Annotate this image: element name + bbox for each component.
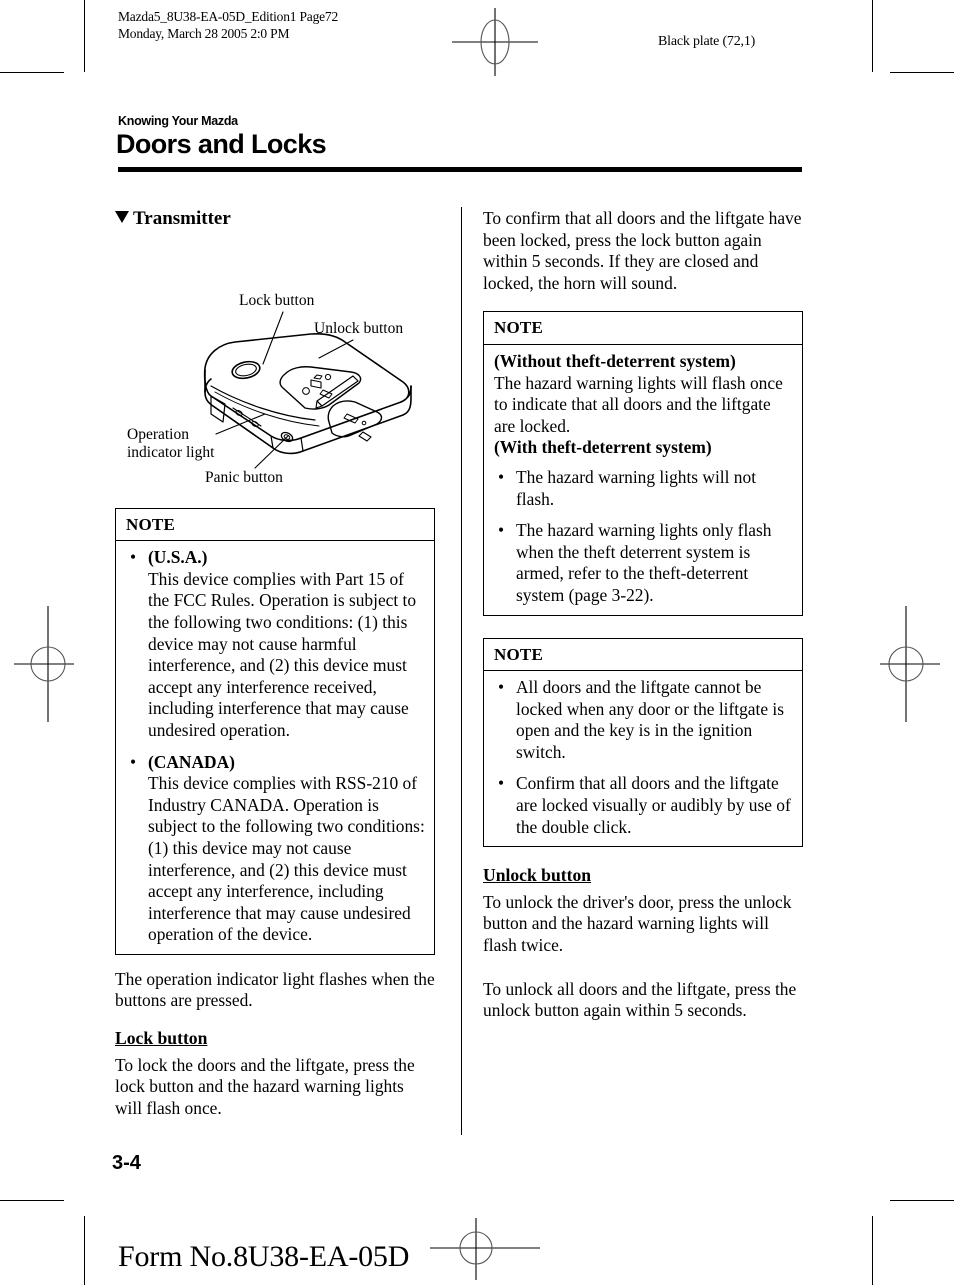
figure-label-panic-button: Panic button	[205, 468, 283, 486]
list-item: The hazard warning lights will not flash…	[494, 467, 793, 510]
note-item-lead: (U.S.A.)	[148, 547, 208, 568]
registration-mark-top	[440, 8, 550, 76]
right-column: To confirm that all doors and the liftga…	[483, 208, 803, 1022]
crop-mark-bottom-left-horizontal	[0, 1200, 64, 1201]
crop-mark-top-right-vertical	[872, 0, 873, 72]
crop-mark-top-left-horizontal	[0, 72, 64, 73]
crop-mark-bottom-right-horizontal	[890, 1200, 954, 1201]
note-bullet-list: All doors and the liftgate cannot be loc…	[494, 677, 793, 838]
note-bullet-list: The hazard warning lights will not flash…	[494, 467, 793, 607]
prepress-plate-info: Black plate (72,1)	[658, 34, 756, 49]
transmitter-figure: Lock button Unlock button Operation indi…	[115, 236, 435, 496]
form-number: Form No.8U38-EA-05D	[118, 1240, 410, 1273]
list-item: Confirm that all doors and the liftgate …	[494, 773, 793, 838]
column-divider	[461, 207, 462, 1135]
triangle-down-icon	[115, 211, 129, 223]
note-title: NOTE	[116, 509, 434, 542]
list-item: All doors and the liftgate cannot be loc…	[494, 677, 793, 763]
paragraph-unlock-all-doors: To unlock all doors and the liftgate, pr…	[483, 978, 797, 1021]
list-item: (CANADA) This device complies with RSS-2…	[126, 752, 425, 946]
note-bullet-list: (U.S.A.) This device complies with Part …	[126, 547, 425, 946]
paragraph-unlock-driver-door: To unlock the driver's door, press the u…	[483, 891, 792, 956]
note-body: (Without theft-deterrent system) The haz…	[484, 345, 802, 615]
note-title: NOTE	[484, 639, 802, 672]
note-body: All doors and the liftgate cannot be loc…	[484, 671, 802, 846]
note-item-text: This device complies with Part 15 of the…	[148, 568, 417, 740]
paragraph-operation-indicator: The operation indicator light flashes wh…	[115, 968, 435, 1011]
section-heading-transmitter: Transmitter	[115, 208, 435, 230]
paragraph-confirm-locked: To confirm that all doors and the liftga…	[483, 208, 802, 293]
note-box-theft-deterrent: NOTE (Without theft-deterrent system) Th…	[483, 311, 803, 616]
header-rule	[118, 167, 802, 172]
figure-label-lock-button: Lock button	[239, 291, 315, 309]
chapter-kicker: Knowing Your Mazda	[118, 114, 238, 128]
crop-mark-bottom-left-vertical	[84, 1216, 85, 1285]
paragraph-lock-button: To lock the doors and the liftgate, pres…	[115, 1054, 415, 1118]
left-column: Transmitter Lock button Unlock button Op…	[115, 208, 435, 1119]
registration-mark-bottom	[430, 1204, 550, 1284]
note-box-all-doors: NOTE All doors and the liftgate cannot b…	[483, 637, 803, 848]
note-heading-with-system: (With theft-deterrent system)	[494, 437, 712, 458]
page-number: 3-4	[112, 1152, 141, 1174]
note-item-lead: (CANADA)	[148, 751, 235, 772]
note-title: NOTE	[484, 312, 802, 345]
note-body: (U.S.A.) This device complies with Part …	[116, 541, 434, 954]
subheading-unlock-button: Unlock button	[483, 865, 592, 886]
section-heading-label: Transmitter	[133, 208, 231, 229]
list-item: (U.S.A.) This device complies with Part …	[126, 547, 425, 741]
note-text-without-system: The hazard warning lights will flash onc…	[494, 372, 783, 436]
note-box-regulatory: NOTE (U.S.A.) This device complies with …	[115, 507, 435, 955]
figure-label-unlock-button: Unlock button	[314, 319, 404, 337]
crop-mark-bottom-right-vertical	[872, 1216, 873, 1285]
crop-mark-top-left-vertical	[84, 0, 85, 72]
registration-mark-right	[880, 598, 946, 730]
subheading-lock-button: Lock button	[115, 1028, 208, 1049]
note-heading-without-system: (Without theft-deterrent system)	[494, 350, 736, 371]
figure-label-operation-indicator-light: Operation indicator light	[127, 425, 215, 461]
note-item-text: This device complies with RSS-210 of Ind…	[148, 773, 425, 945]
crop-mark-top-right-horizontal	[890, 72, 954, 73]
registration-mark-left	[8, 598, 74, 730]
page-title: Doors and Locks	[116, 129, 327, 159]
list-item: The hazard warning lights only flash whe…	[494, 520, 793, 606]
prepress-job-info: Mazda5_8U38-EA-05D_Edition1 Page72 Monda…	[118, 9, 339, 41]
